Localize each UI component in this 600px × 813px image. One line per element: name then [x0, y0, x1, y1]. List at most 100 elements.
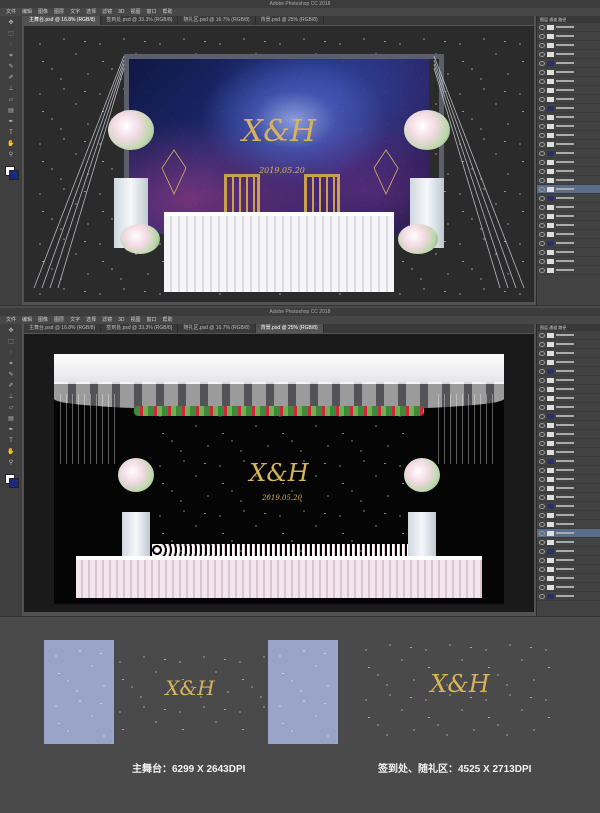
- layer-row[interactable]: [537, 529, 600, 538]
- layer-row[interactable]: [537, 484, 600, 493]
- menu-item[interactable]: 3D: [118, 317, 124, 323]
- visibility-eye-icon[interactable]: [539, 449, 545, 455]
- visibility-eye-icon[interactable]: [539, 575, 545, 581]
- layer-row[interactable]: [537, 41, 600, 50]
- visibility-eye-icon[interactable]: [539, 51, 545, 57]
- type-tool-icon[interactable]: T: [7, 438, 15, 445]
- visibility-eye-icon[interactable]: [539, 341, 545, 347]
- menu-item[interactable]: 选择: [86, 317, 96, 323]
- layer-row[interactable]: [537, 421, 600, 430]
- layer-row[interactable]: [537, 331, 600, 340]
- visibility-eye-icon[interactable]: [539, 231, 545, 237]
- menu-item[interactable]: 选择: [86, 9, 96, 15]
- document-tab[interactable]: 背景.psd @ 25% (RGB/8): [256, 16, 324, 25]
- visibility-eye-icon[interactable]: [539, 386, 545, 392]
- layer-row[interactable]: [537, 212, 600, 221]
- visibility-eye-icon[interactable]: [539, 539, 545, 545]
- visibility-eye-icon[interactable]: [539, 494, 545, 500]
- visibility-eye-icon[interactable]: [539, 368, 545, 374]
- layer-row[interactable]: [537, 358, 600, 367]
- menu-item[interactable]: 图层: [54, 317, 64, 323]
- visibility-eye-icon[interactable]: [539, 105, 545, 111]
- layer-row[interactable]: [537, 95, 600, 104]
- type-tool-icon[interactable]: T: [7, 130, 15, 137]
- visibility-eye-icon[interactable]: [539, 87, 545, 93]
- visibility-eye-icon[interactable]: [539, 69, 545, 75]
- layer-row[interactable]: [537, 77, 600, 86]
- layer-row[interactable]: [537, 520, 600, 529]
- lasso-tool-icon[interactable]: ◌: [7, 350, 15, 357]
- layer-row[interactable]: [537, 59, 600, 68]
- layer-row[interactable]: [537, 394, 600, 403]
- visibility-eye-icon[interactable]: [539, 240, 545, 246]
- menu-item[interactable]: 帮助: [163, 317, 173, 323]
- visibility-eye-icon[interactable]: [539, 258, 545, 264]
- visibility-eye-icon[interactable]: [539, 512, 545, 518]
- visibility-eye-icon[interactable]: [539, 377, 545, 383]
- visibility-eye-icon[interactable]: [539, 404, 545, 410]
- visibility-eye-icon[interactable]: [539, 33, 545, 39]
- visibility-eye-icon[interactable]: [539, 159, 545, 165]
- layer-row[interactable]: [537, 257, 600, 266]
- visibility-eye-icon[interactable]: [539, 204, 545, 210]
- menu-item[interactable]: 帮助: [163, 9, 173, 15]
- visibility-eye-icon[interactable]: [539, 222, 545, 228]
- visibility-eye-icon[interactable]: [539, 350, 545, 356]
- visibility-eye-icon[interactable]: [539, 440, 545, 446]
- visibility-eye-icon[interactable]: [539, 458, 545, 464]
- layer-row[interactable]: [537, 122, 600, 131]
- layer-row[interactable]: [537, 32, 600, 41]
- document-canvas[interactable]: X&H 2019.05.20: [24, 334, 534, 612]
- layer-row[interactable]: [537, 448, 600, 457]
- layer-row[interactable]: [537, 457, 600, 466]
- pen-tool-icon[interactable]: ✒: [7, 427, 15, 434]
- visibility-eye-icon[interactable]: [539, 422, 545, 428]
- visibility-eye-icon[interactable]: [539, 249, 545, 255]
- gradient-tool-icon[interactable]: ▤: [7, 416, 15, 423]
- layer-row[interactable]: [537, 176, 600, 185]
- visibility-eye-icon[interactable]: [539, 566, 545, 572]
- layer-row[interactable]: [537, 412, 600, 421]
- background-color-swatch[interactable]: [9, 170, 19, 180]
- visibility-eye-icon[interactable]: [539, 548, 545, 554]
- visibility-eye-icon[interactable]: [539, 24, 545, 30]
- menu-item[interactable]: 文字: [70, 317, 80, 323]
- document-tab[interactable]: 随礼区.psd @ 16.7% (RGB/8): [178, 324, 256, 333]
- layer-row[interactable]: [537, 340, 600, 349]
- eraser-tool-icon[interactable]: ▱: [7, 405, 15, 412]
- visibility-eye-icon[interactable]: [539, 530, 545, 536]
- layer-row[interactable]: [537, 403, 600, 412]
- visibility-eye-icon[interactable]: [539, 593, 545, 599]
- layer-row[interactable]: [537, 466, 600, 475]
- move-tool-icon[interactable]: ✥: [7, 328, 15, 335]
- layer-row[interactable]: [537, 86, 600, 95]
- marquee-tool-icon[interactable]: ⬚: [7, 339, 15, 346]
- layer-row[interactable]: [537, 239, 600, 248]
- menu-item[interactable]: 图像: [38, 317, 48, 323]
- layer-row[interactable]: [537, 376, 600, 385]
- layer-row[interactable]: [537, 502, 600, 511]
- layer-row[interactable]: [537, 493, 600, 502]
- visibility-eye-icon[interactable]: [539, 114, 545, 120]
- layer-row[interactable]: [537, 266, 600, 275]
- layer-row[interactable]: [537, 113, 600, 122]
- layer-row[interactable]: [537, 140, 600, 149]
- stamp-tool-icon[interactable]: ⊥: [7, 394, 15, 401]
- layer-row[interactable]: [537, 68, 600, 77]
- menu-item[interactable]: 窗口: [147, 317, 157, 323]
- visibility-eye-icon[interactable]: [539, 431, 545, 437]
- visibility-eye-icon[interactable]: [539, 186, 545, 192]
- visibility-eye-icon[interactable]: [539, 476, 545, 482]
- visibility-eye-icon[interactable]: [539, 168, 545, 174]
- lasso-tool-icon[interactable]: ◌: [7, 42, 15, 49]
- visibility-eye-icon[interactable]: [539, 132, 545, 138]
- zoom-tool-icon[interactable]: ⚲: [7, 152, 15, 159]
- pen-tool-icon[interactable]: ✒: [7, 119, 15, 126]
- visibility-eye-icon[interactable]: [539, 503, 545, 509]
- layer-row[interactable]: [537, 23, 600, 32]
- menu-item[interactable]: 3D: [118, 9, 124, 15]
- layer-row[interactable]: [537, 203, 600, 212]
- visibility-eye-icon[interactable]: [539, 150, 545, 156]
- menu-item[interactable]: 视图: [131, 317, 141, 323]
- menu-item[interactable]: 图像: [38, 9, 48, 15]
